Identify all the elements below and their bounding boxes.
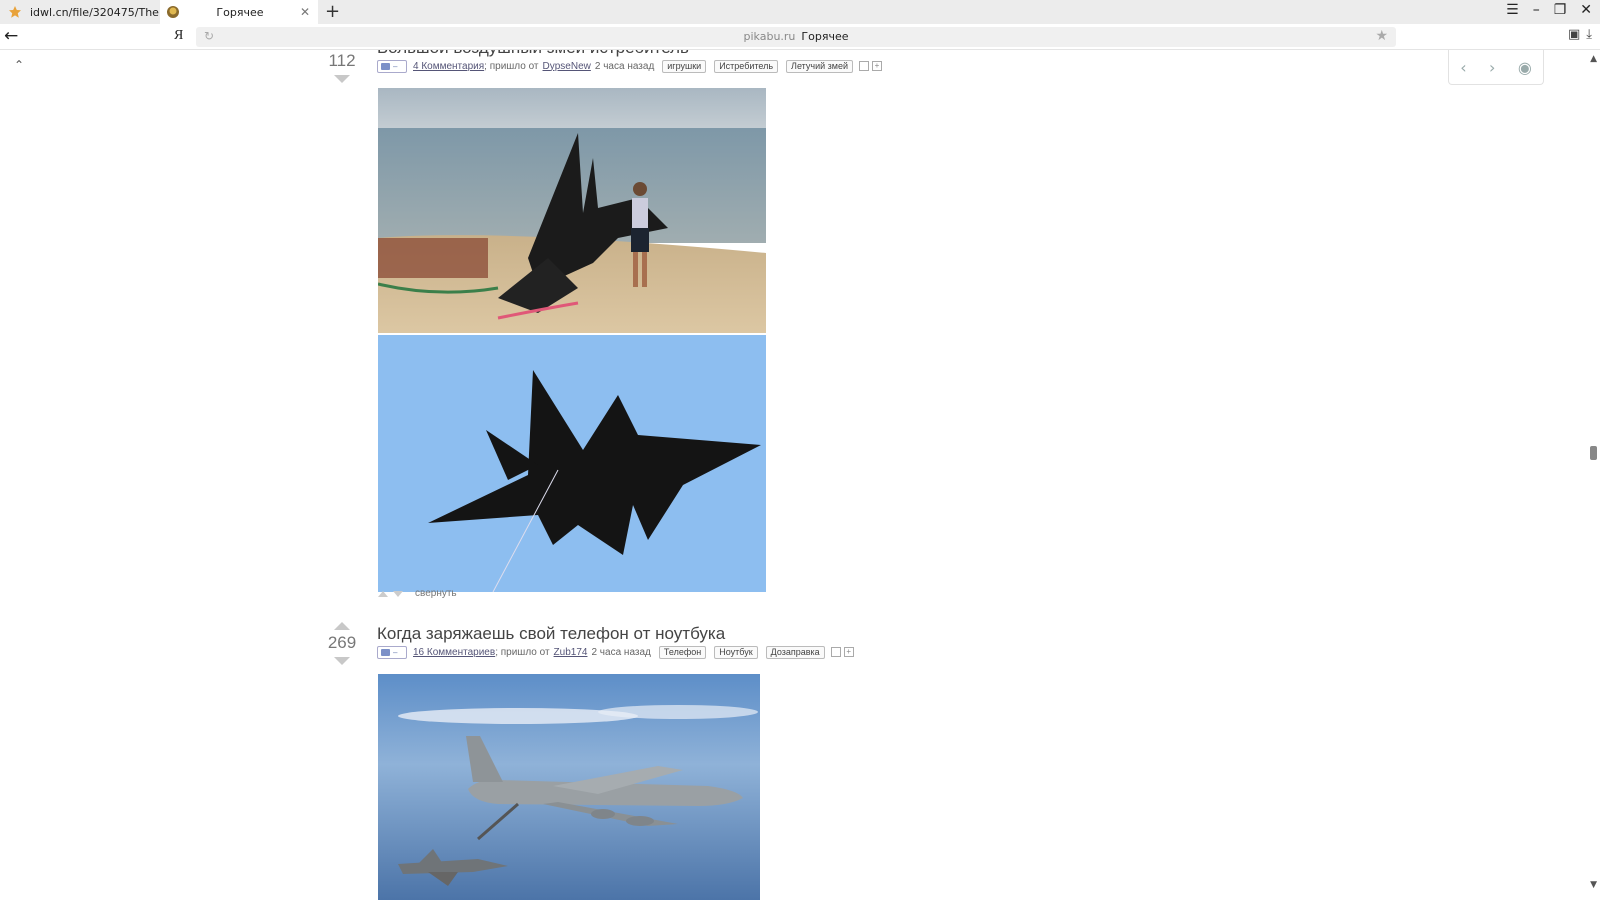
vote-down-icon[interactable] bbox=[334, 75, 350, 83]
back-arrow-icon[interactable]: ← bbox=[4, 26, 18, 46]
prev-story-icon[interactable]: ‹ bbox=[1460, 58, 1466, 77]
tag[interactable]: Дозаправка bbox=[765, 645, 825, 659]
tab-pikabu-hot[interactable]: Горячее ✕ bbox=[160, 0, 318, 24]
post-time: 2 часа назад bbox=[594, 60, 655, 72]
pikabu-favicon-icon bbox=[167, 6, 179, 18]
page-content: ⌃ 112 Большой воздушный змей истребитель… bbox=[0, 50, 1600, 900]
story-title[interactable]: Когда заряжаешь свой телефон от ноутбука bbox=[377, 624, 725, 644]
tab-title: idwl.cn/file/320475/The.Magic bbox=[30, 5, 160, 19]
address-page-title: Горячее bbox=[801, 30, 849, 43]
close-tab-icon[interactable]: ✕ bbox=[292, 5, 318, 19]
scroll-top-icon[interactable]: ⌃ bbox=[14, 58, 24, 72]
vote-up-small-icon[interactable] bbox=[378, 590, 388, 597]
author-link[interactable]: DypseNew bbox=[543, 61, 591, 72]
eye-icon[interactable]: ◉ bbox=[1518, 58, 1532, 77]
address-domain: pikabu.ru bbox=[743, 30, 796, 43]
vote-up-icon[interactable] bbox=[334, 622, 350, 630]
story-image-refueling[interactable] bbox=[378, 674, 760, 900]
vote-column: 269 bbox=[322, 622, 362, 665]
save-icon[interactable] bbox=[858, 61, 869, 71]
tab-bar: idwl.cn/file/320475/The.Magic Горячее ✕ … bbox=[0, 0, 1600, 24]
story-rating: 112 bbox=[328, 51, 356, 70]
scroll-up-arrow-icon[interactable]: ▲ bbox=[1590, 54, 1597, 64]
vote-down-small-icon[interactable] bbox=[393, 590, 403, 597]
comments-link[interactable]: 4 Комментария bbox=[413, 61, 484, 72]
star-favicon-icon bbox=[9, 6, 21, 18]
collapse-link[interactable]: свернуть bbox=[415, 588, 457, 599]
photo-type-icon: – bbox=[377, 645, 407, 659]
comments-link[interactable]: 16 Комментариев bbox=[413, 647, 495, 658]
photo-type-icon: – bbox=[377, 59, 407, 73]
next-story-icon[interactable]: › bbox=[1489, 58, 1495, 77]
story-image-kite-beach[interactable] bbox=[378, 88, 766, 333]
menu-icon[interactable]: ☰ bbox=[1506, 2, 1519, 18]
collapse-row: свернуть bbox=[378, 588, 457, 599]
yandex-logo[interactable]: Я bbox=[174, 28, 183, 44]
expand-icon[interactable]: + bbox=[843, 647, 854, 657]
story-image-kite-sky[interactable] bbox=[378, 335, 766, 592]
story-meta: – 4 Комментария ; пришло от DypseNew 2 ч… bbox=[377, 58, 882, 74]
vote-column: 112 bbox=[322, 50, 362, 83]
tag[interactable]: Телефон bbox=[658, 645, 707, 659]
tab-title: Горячее bbox=[216, 5, 264, 19]
vote-down-icon[interactable] bbox=[334, 657, 350, 665]
address-bar: ← Я ↻ pikabu.ru Горячее ★ ▣ ⤓ bbox=[0, 24, 1600, 50]
tag[interactable]: Ноутбук bbox=[714, 645, 758, 659]
scrollbar[interactable]: ▲ ▼ bbox=[1586, 50, 1600, 900]
story-nav-widget: ‹ › ◉ bbox=[1448, 50, 1544, 85]
turbo-icon[interactable]: ▣ bbox=[1568, 27, 1580, 42]
expand-icon[interactable]: + bbox=[871, 61, 882, 71]
scroll-down-arrow-icon[interactable]: ▼ bbox=[1590, 880, 1597, 890]
new-tab-button[interactable]: + bbox=[325, 1, 340, 22]
story-meta: – 16 Комментариев ; пришло от Zub174 2 ч… bbox=[377, 644, 854, 660]
tag[interactable]: игрушки bbox=[662, 59, 707, 73]
save-icon[interactable] bbox=[830, 647, 841, 657]
post-time: 2 часа назад bbox=[591, 646, 651, 658]
story-title[interactable]: Большой воздушный змей истребитель bbox=[377, 50, 689, 58]
story-rating: 269 bbox=[327, 633, 357, 652]
author-link[interactable]: Zub174 bbox=[554, 647, 588, 658]
tab-idwl[interactable]: idwl.cn/file/320475/The.Magic bbox=[0, 0, 160, 24]
scrollbar-thumb[interactable] bbox=[1590, 446, 1597, 460]
tag[interactable]: Истребитель bbox=[714, 59, 779, 73]
bookmark-star-icon[interactable]: ★ bbox=[1375, 28, 1388, 44]
restore-icon[interactable]: ❐ bbox=[1554, 2, 1567, 18]
tag[interactable]: Летучий змей bbox=[786, 59, 853, 73]
minimize-icon[interactable]: – bbox=[1533, 2, 1540, 18]
download-icon[interactable]: ⤓ bbox=[1586, 27, 1592, 42]
came-from-label: ; пришло от bbox=[495, 646, 550, 658]
close-window-icon[interactable]: ✕ bbox=[1580, 2, 1592, 18]
url-input[interactable]: ↻ pikabu.ru Горячее ★ bbox=[196, 27, 1396, 47]
came-from-label: ; пришло от bbox=[484, 60, 539, 72]
